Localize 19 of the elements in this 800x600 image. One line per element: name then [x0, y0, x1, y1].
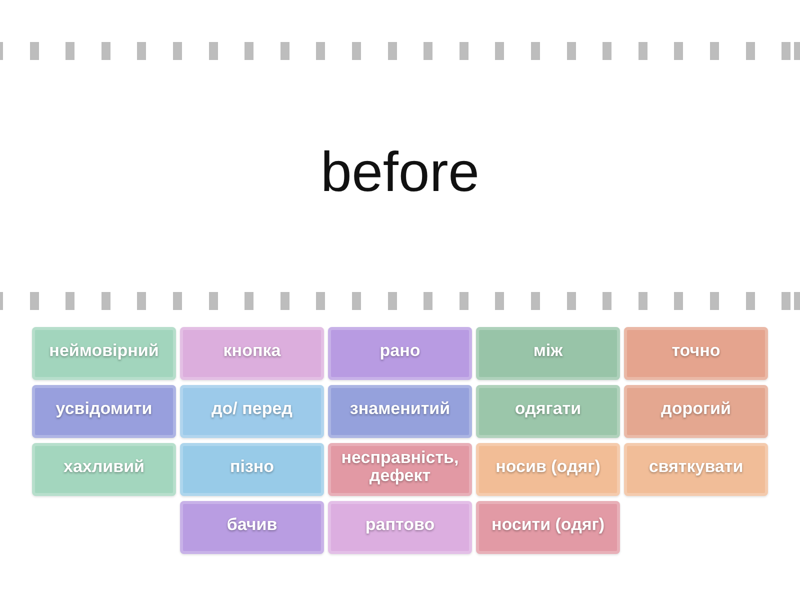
word-tile[interactable]: знаменитий — [328, 385, 472, 438]
word-tile[interactable]: дорогий — [624, 385, 768, 438]
word-tile[interactable]: носив (одяг) — [476, 443, 620, 496]
word-tile[interactable]: святкувати — [624, 443, 768, 496]
word-tile[interactable]: бачив — [180, 501, 324, 554]
word-tile[interactable]: пізно — [180, 443, 324, 496]
word-tile[interactable]: між — [476, 327, 620, 380]
word-tile[interactable]: усвідомити — [32, 385, 176, 438]
target-word: before — [320, 140, 480, 205]
word-tile[interactable]: до/ перед — [180, 385, 324, 438]
word-tile[interactable]: хахливий — [32, 443, 176, 496]
word-tile[interactable]: рано — [328, 327, 472, 380]
word-tile[interactable]: раптово — [328, 501, 472, 554]
word-tile[interactable]: одягати — [476, 385, 620, 438]
word-tile[interactable]: кнопка — [180, 327, 324, 380]
word-tile[interactable]: несправність, дефект — [328, 443, 472, 496]
word-tile[interactable]: точно — [624, 327, 768, 380]
word-tile[interactable]: неймовірний — [32, 327, 176, 380]
word-tile[interactable]: носити (одяг) — [476, 501, 620, 554]
